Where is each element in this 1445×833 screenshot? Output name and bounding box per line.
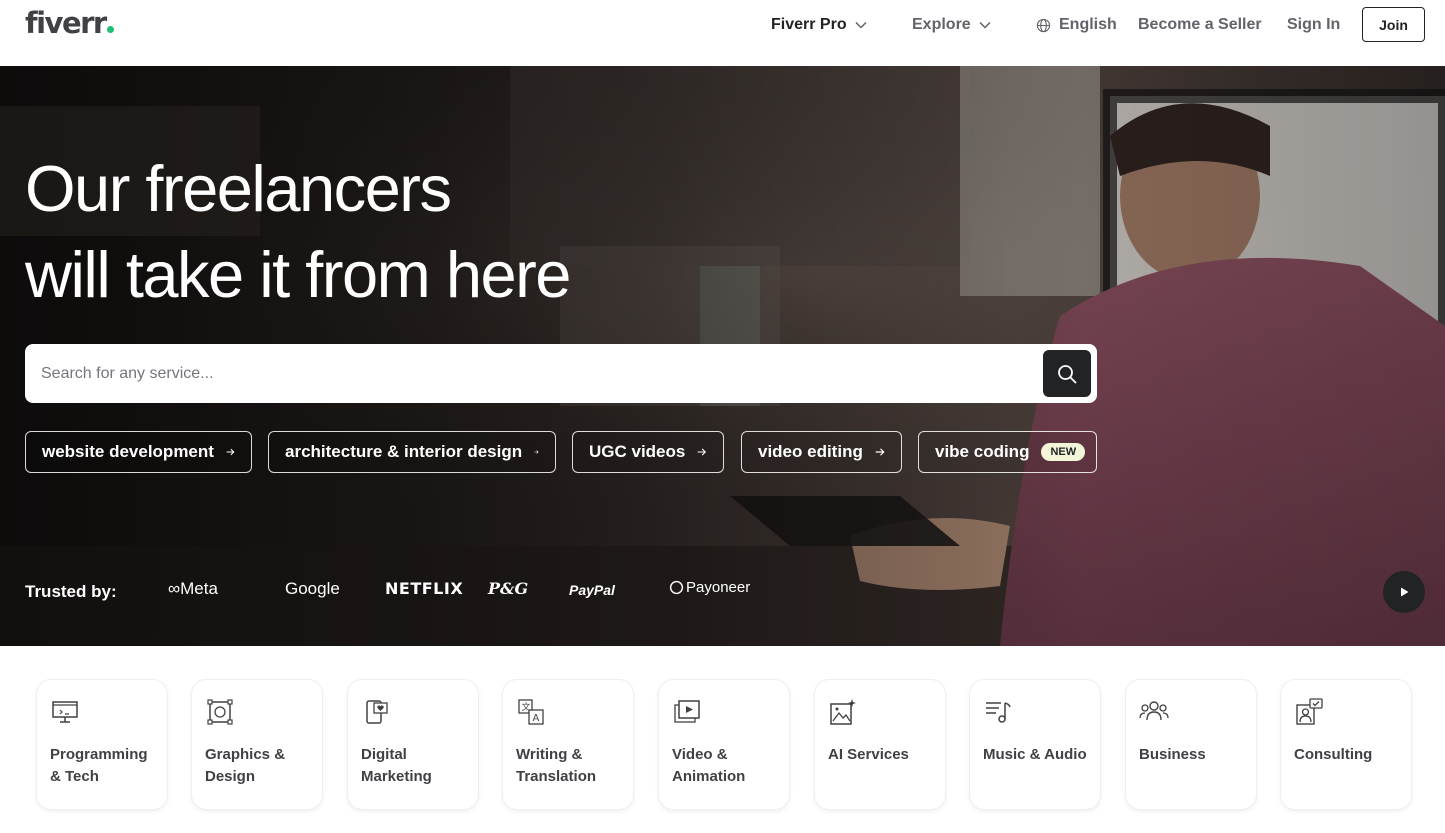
trusted-by-label: Trusted by: [25,582,117,601]
category-label: Graphics & Design [205,746,286,785]
chip-label: video editing [758,442,863,461]
pg-logo: P&G [488,579,529,598]
monitor-code-icon [52,701,78,723]
chip-label: website development [42,442,214,461]
nav-sign-in-label: Sign In [1287,16,1341,33]
category-business[interactable]: Business [1126,680,1256,809]
category-label: Consulting [1294,746,1373,763]
arrow-right-icon [875,448,885,456]
nav-become-seller[interactable]: Become a Seller [1138,14,1262,36]
google-logo: Google [285,579,340,598]
nav-explore-label: Explore [912,16,971,33]
arrow-right-icon [698,448,707,456]
category-music-audio[interactable]: Music & Audio [970,680,1100,809]
chip-label: vibe coding [935,442,1030,461]
netflix-logo: NETFLIX [385,579,464,598]
music-list-icon [986,702,1011,723]
people-icon [1139,701,1169,721]
chevron-down-icon [855,21,867,29]
nav-fiverr-pro-label: Fiverr Pro [771,16,847,33]
phone-heart-icon [366,700,388,724]
category-consulting[interactable]: Consulting [1281,680,1411,809]
logo-text: fiverr [25,6,107,40]
category-label: Business [1139,746,1206,763]
paypal-logo: PayPal [569,582,615,598]
ai-image-icon [830,699,856,725]
nav-explore[interactable]: Explore [912,14,991,36]
play-icon [1401,587,1409,597]
join-button[interactable]: Join [1362,7,1425,42]
nav-fiverr-pro[interactable]: Fiverr Pro [771,14,867,36]
search-icon [1058,364,1077,383]
meta-logo-text: Meta [180,579,218,598]
category-cards: Programming & Tech Graphics & Design Dig… [0,646,1445,833]
nav-language[interactable]: English [1036,14,1117,36]
svg-text:文: 文 [522,701,531,713]
search-bar [25,344,1097,403]
hero-section: Our freelancers will take it from here w… [0,66,1445,646]
payoneer-logo-text: Payoneer [686,579,751,596]
arrow-right-icon [226,448,235,456]
chip-ugc-videos[interactable]: UGC videos [572,431,724,473]
design-frame-icon [207,699,233,725]
consulting-icon [1296,698,1323,725]
chip-video-editing[interactable]: video editing [741,431,902,473]
video-play-icon [674,700,700,723]
nav-become-seller-label: Become a Seller [1138,16,1262,33]
category-label: Writing & Translation [516,746,597,785]
search-input[interactable] [41,344,1031,403]
chip-website-development[interactable]: website development [25,431,252,473]
chip-label: UGC videos [589,442,686,461]
category-video-animation[interactable]: Video & Animation [659,680,789,809]
category-label: Digital Marketing [361,746,432,785]
category-label: Programming & Tech [50,746,148,785]
hero-title-line-1: Our freelancers [25,152,452,225]
category-programming-tech[interactable]: Programming & Tech [37,680,167,809]
category-label: Video & Animation [672,746,746,785]
globe-icon [1036,18,1051,32]
category-writing-translation[interactable]: 文A Writing & Translation [503,680,633,809]
nav-language-label: English [1059,16,1117,33]
top-header: fiverr Fiverr Pro Explore English Become… [0,0,1445,66]
new-badge: NEW [1041,443,1086,461]
svg-text:A: A [533,713,540,724]
fiverr-logo[interactable]: fiverr [25,6,114,40]
search-button[interactable] [1043,350,1091,397]
arrow-right-icon [534,450,539,454]
logo-dot [106,26,114,33]
chip-architecture-interior-design[interactable]: architecture & interior design [268,431,556,473]
nav-sign-in[interactable]: Sign In [1287,14,1340,36]
hero-title-line-2: will take it from here [25,238,571,311]
category-digital-marketing[interactable]: Digital Marketing [348,680,478,809]
video-play-button[interactable] [1383,571,1425,613]
chip-vibe-coding[interactable]: vibe coding NEW [918,431,1097,473]
chevron-down-icon [979,21,991,29]
chip-label: architecture & interior design [285,442,523,461]
join-button-label: Join [1379,16,1408,33]
payoneer-logo: Payoneer [669,579,750,596]
payoneer-ring-icon [669,580,684,595]
category-label: AI Services [828,746,909,763]
category-label: Music & Audio [983,746,1087,763]
hero-title: Our freelancers will take it from here [25,146,785,318]
translate-icon: 文A [518,699,544,725]
meta-logo: ∞Meta [168,579,218,598]
category-ai-services[interactable]: AI Services [815,680,945,809]
category-graphics-design[interactable]: Graphics & Design [192,680,322,809]
